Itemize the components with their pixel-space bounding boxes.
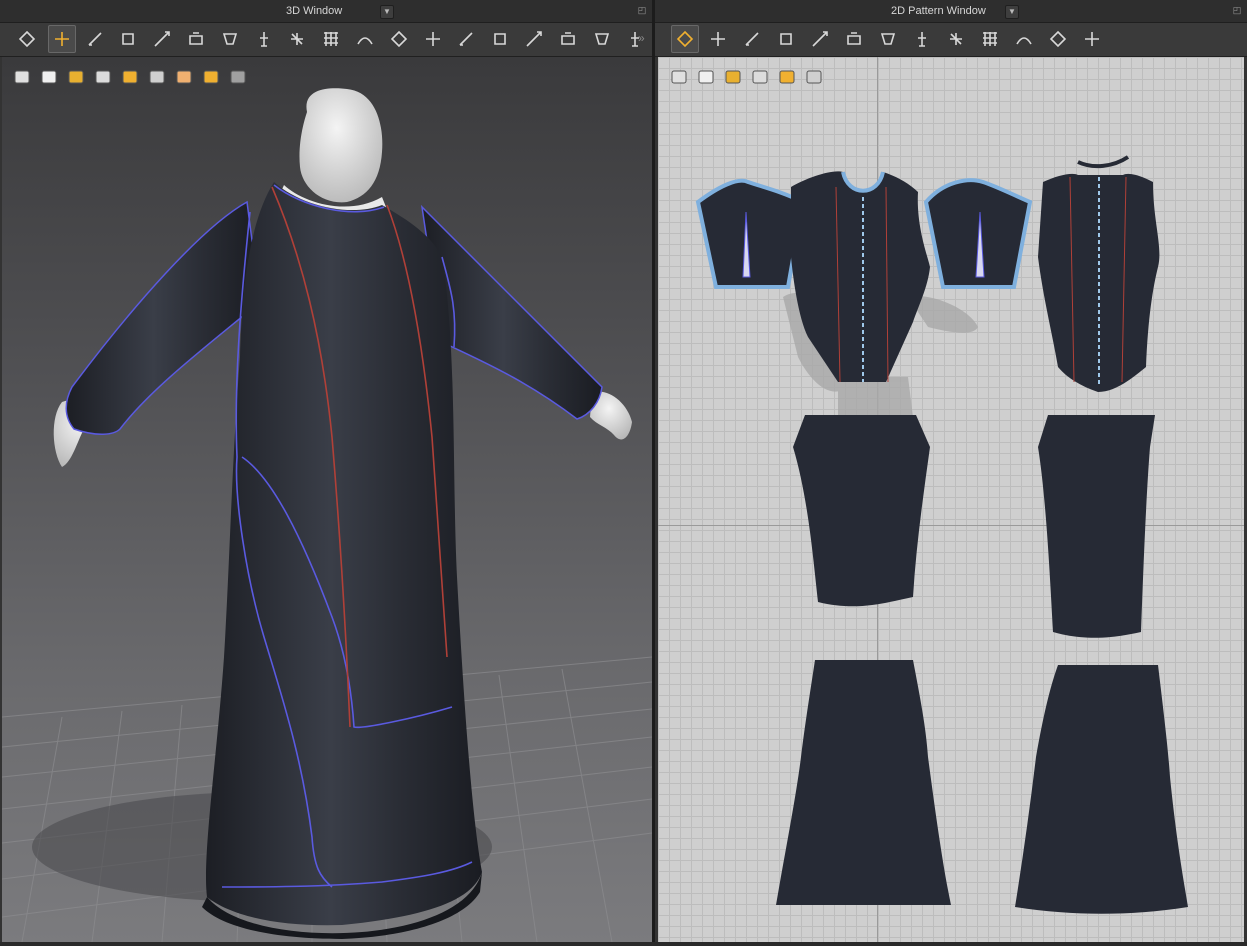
viewport-2d-pattern[interactable] bbox=[658, 57, 1244, 942]
window-3d-toolbar: » bbox=[0, 23, 652, 57]
window-3d: 3D Window ▼ ◰ » bbox=[0, 0, 652, 946]
seam-icon[interactable] bbox=[352, 26, 378, 52]
window-2d-titlebar: 2D Pattern Window ▼ ◰ bbox=[655, 0, 1247, 23]
topstitch-icon[interactable] bbox=[521, 26, 547, 52]
edit-points-icon[interactable] bbox=[705, 26, 731, 52]
face-icon[interactable] bbox=[174, 67, 194, 87]
trace-icon[interactable] bbox=[841, 26, 867, 52]
window-2d-title: 2D Pattern Window bbox=[891, 5, 986, 17]
zipper-icon[interactable] bbox=[453, 26, 479, 52]
pattern-pieces bbox=[695, 155, 1188, 914]
wireframe-icon[interactable] bbox=[201, 67, 221, 87]
free-sewing-icon[interactable] bbox=[977, 26, 1003, 52]
simulation-icon[interactable] bbox=[115, 26, 141, 52]
maximize-icon[interactable]: ◰ bbox=[1231, 4, 1243, 16]
arrangement-icon[interactable] bbox=[183, 26, 209, 52]
window-2d-toolbar bbox=[655, 23, 1247, 57]
window-3d-titlebar: 3D Window ▼ ◰ bbox=[0, 0, 652, 23]
texture-icon[interactable] bbox=[66, 67, 86, 87]
puckering-icon[interactable] bbox=[555, 26, 581, 52]
info-icon[interactable] bbox=[723, 67, 743, 87]
grid-icon[interactable] bbox=[875, 26, 901, 52]
transform-icon[interactable] bbox=[47, 25, 76, 53]
fabric-swatch-icon[interactable] bbox=[750, 67, 770, 87]
select-move-icon[interactable] bbox=[14, 26, 40, 52]
fold-arrangement-icon[interactable] bbox=[909, 26, 935, 52]
polygon-icon[interactable] bbox=[739, 26, 765, 52]
status-strip bbox=[0, 942, 1247, 946]
flat-shading-icon[interactable] bbox=[147, 67, 167, 87]
tshirt-icon[interactable] bbox=[696, 67, 716, 87]
button-icon[interactable] bbox=[420, 26, 446, 52]
pattern-back-mid bbox=[1038, 415, 1155, 638]
segment-sewing-icon[interactable] bbox=[943, 26, 969, 52]
pattern-front-mid bbox=[793, 415, 930, 607]
avatar-icon[interactable] bbox=[251, 26, 277, 52]
garment-icon[interactable] bbox=[1079, 26, 1105, 52]
export-pattern-icon[interactable] bbox=[804, 67, 824, 87]
edit-pattern-icon[interactable] bbox=[82, 26, 108, 52]
show-avatar-icon[interactable] bbox=[39, 67, 59, 87]
window-3d-menu-dropdown[interactable]: ▼ bbox=[380, 5, 394, 19]
piping-icon[interactable] bbox=[487, 26, 513, 52]
fold-icon[interactable] bbox=[217, 26, 243, 52]
avatar-skin-icon[interactable] bbox=[93, 67, 113, 87]
avatar-head bbox=[299, 88, 383, 203]
window-3d-title: 3D Window bbox=[286, 5, 343, 17]
cut-line-icon[interactable] bbox=[1045, 26, 1071, 52]
grid-sim-icon[interactable] bbox=[318, 26, 344, 52]
export-icon[interactable] bbox=[228, 67, 248, 87]
pattern-back-skirt bbox=[1015, 665, 1188, 914]
pen-icon[interactable] bbox=[669, 67, 689, 87]
tack-icon[interactable] bbox=[284, 26, 310, 52]
window-2d-pattern: 2D Pattern Window ▼ ◰ bbox=[655, 0, 1247, 946]
fabric-icon[interactable] bbox=[120, 67, 140, 87]
cut-icon[interactable] bbox=[622, 26, 648, 52]
pattern-left-sleeve bbox=[695, 178, 806, 289]
transform-pattern-icon[interactable] bbox=[671, 25, 699, 53]
pattern-icon[interactable] bbox=[777, 67, 797, 87]
show-garment-icon[interactable] bbox=[12, 67, 32, 87]
pleat-icon[interactable] bbox=[1011, 26, 1037, 52]
window-2d-menu-dropdown[interactable]: ▼ bbox=[1005, 5, 1019, 19]
internal-polygon-icon[interactable] bbox=[807, 26, 833, 52]
pin-icon[interactable] bbox=[149, 26, 175, 52]
measure-icon[interactable] bbox=[589, 26, 615, 52]
pattern-front-skirt bbox=[776, 660, 951, 905]
maximize-icon[interactable]: ◰ bbox=[636, 4, 648, 16]
rectangle-icon[interactable] bbox=[773, 26, 799, 52]
viewport-3d[interactable] bbox=[2, 57, 652, 942]
left-sleeve bbox=[65, 200, 261, 435]
sewing-icon[interactable] bbox=[386, 26, 412, 52]
